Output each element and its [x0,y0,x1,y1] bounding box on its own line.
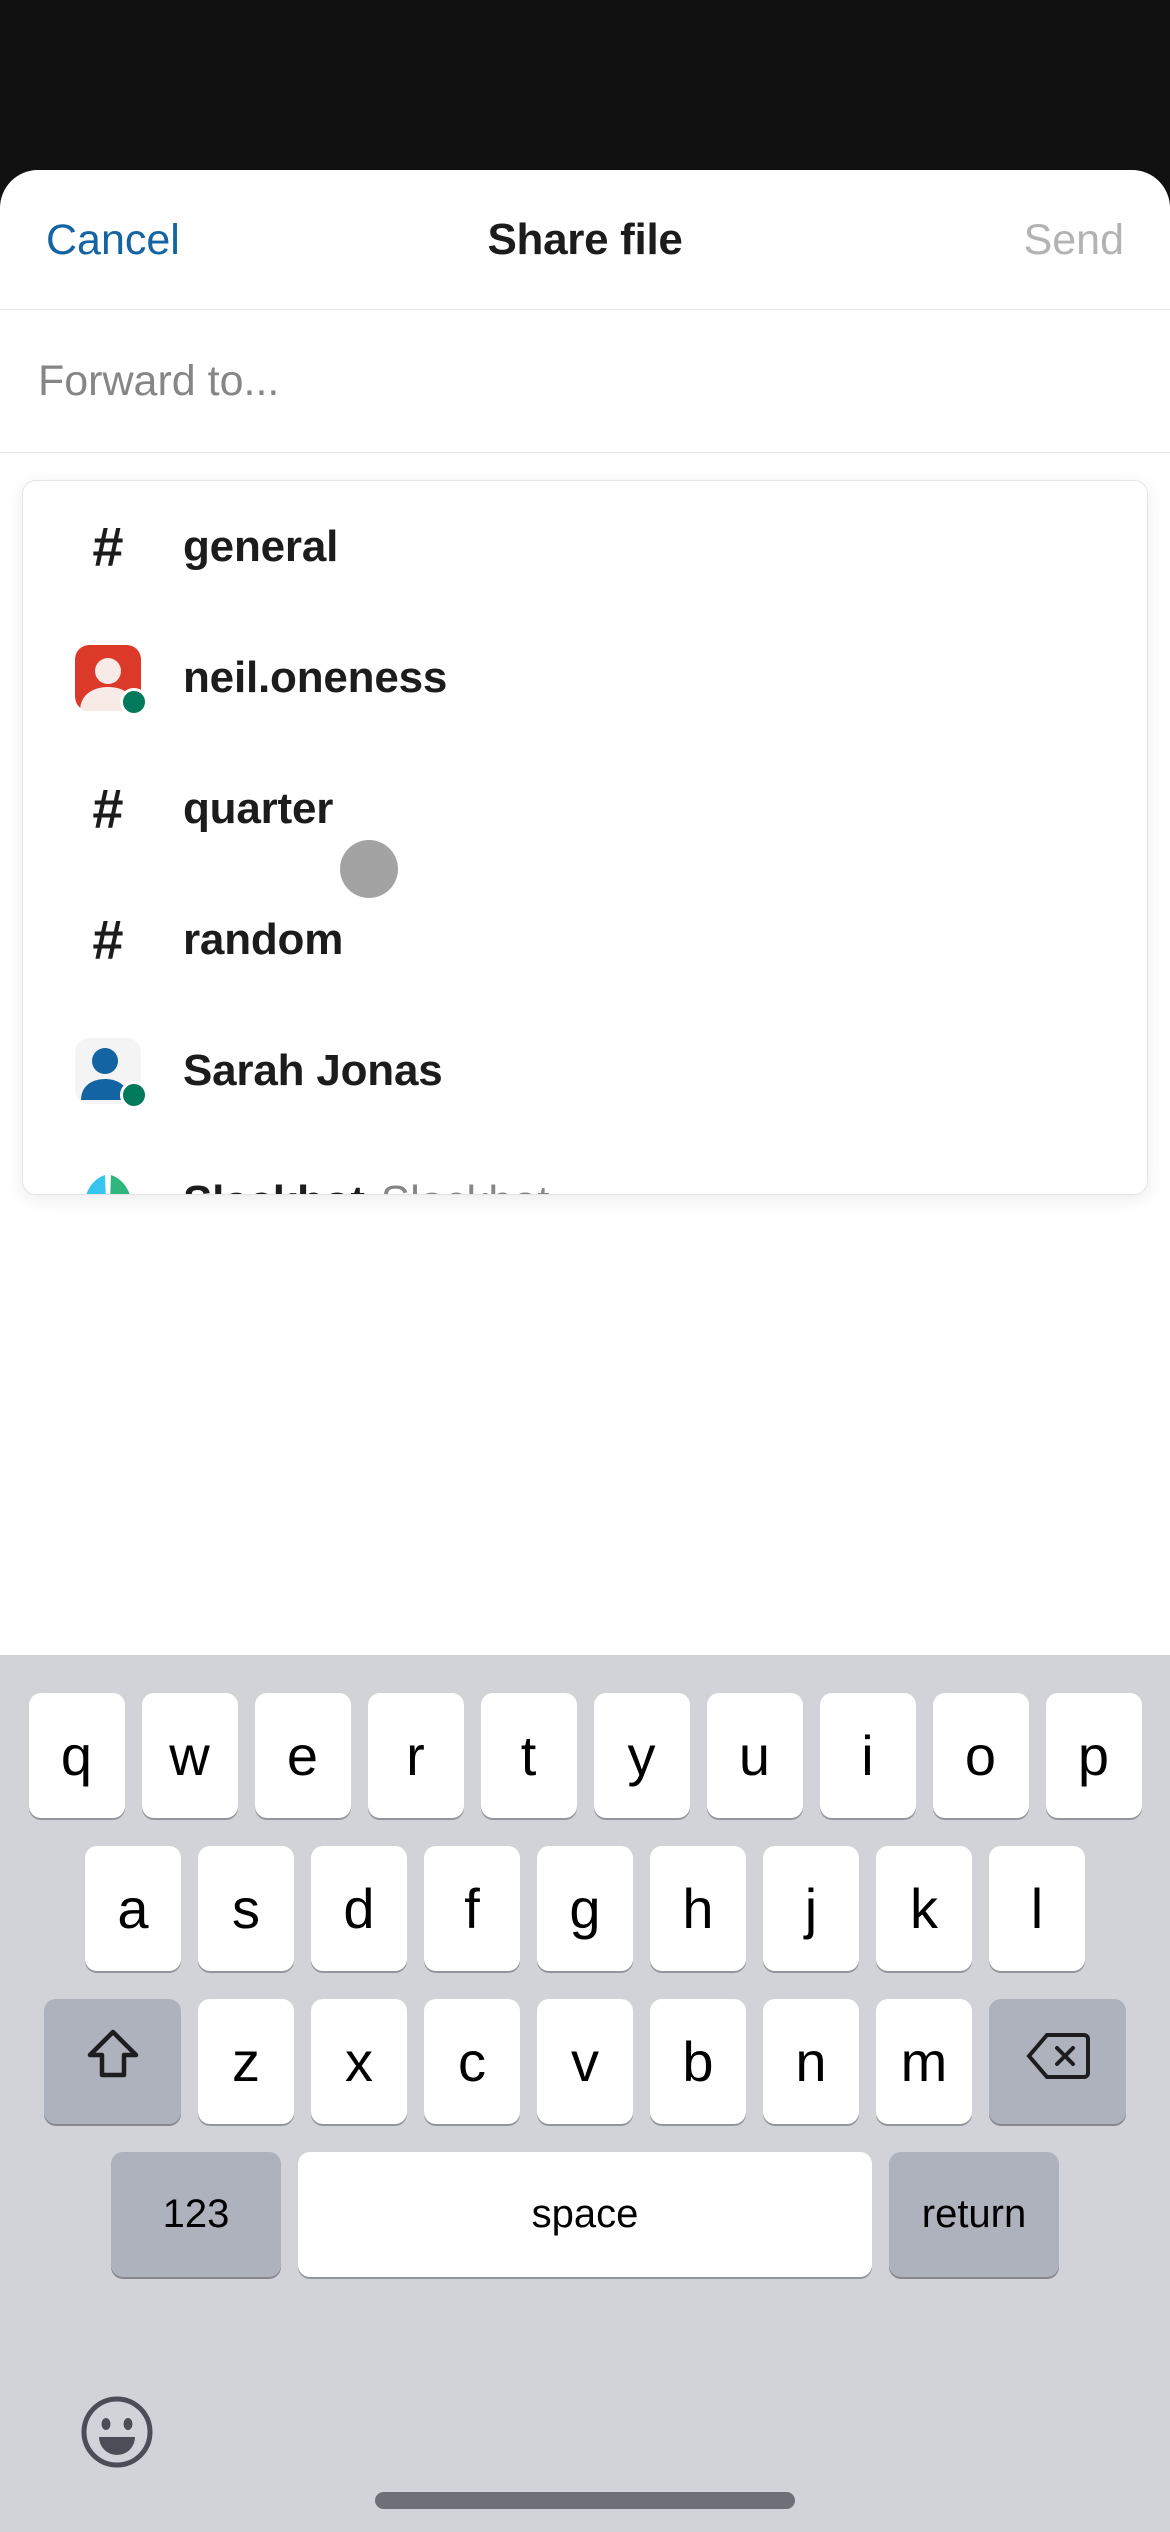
keyboard-row-4: 123 space return [0,2152,1170,2277]
touch-cursor-indicator [340,840,398,898]
presence-indicator-online [120,687,148,716]
key-c[interactable]: c [424,1999,520,2124]
hash-icon: # [92,907,124,971]
key-x[interactable]: x [311,1999,407,2124]
space-key[interactable]: space [298,2152,872,2277]
key-p[interactable]: p [1045,1693,1142,1818]
forward-to-row[interactable] [0,310,1170,453]
avatar [75,1037,148,1109]
list-item-label: neil.oneness [183,652,448,702]
avatar-slackbot-icon [75,1168,141,1194]
shift-arrow-icon [86,2027,140,2096]
suggestion-list: # general neil.oneness # quarter # rando… [23,481,1147,1195]
key-m[interactable]: m [876,1999,972,2124]
list-item[interactable]: # general [23,481,1147,612]
key-z[interactable]: z [198,1999,294,2124]
list-item[interactable]: neil.oneness [23,612,1147,743]
avatar-red-person-icon [75,644,148,716]
shift-key[interactable] [44,1999,181,2124]
list-item[interactable]: # random [23,874,1147,1005]
presence-indicator-online [120,1080,148,1109]
key-o[interactable]: o [932,1693,1029,1818]
keyboard-row-3: z x c v b n m [0,1999,1170,2124]
return-key[interactable]: return [889,2152,1059,2277]
key-n[interactable]: n [763,1999,859,2124]
key-s[interactable]: s [198,1846,294,1971]
avatar-blue-person-icon [75,1037,148,1109]
list-item-label: general [183,521,339,571]
key-k[interactable]: k [876,1846,972,1971]
key-r[interactable]: r [367,1693,464,1818]
numbers-key[interactable]: 123 [111,2152,281,2277]
key-f[interactable]: f [424,1846,520,1971]
page-title: Share file [487,215,683,264]
key-u[interactable]: u [706,1693,803,1818]
list-item-label: Slackbot [183,1177,365,1195]
key-h[interactable]: h [650,1846,746,1971]
sheet-navbar: Cancel Share file Send [0,170,1170,310]
key-g[interactable]: g [537,1846,633,1971]
key-b[interactable]: b [650,1999,746,2124]
key-y[interactable]: y [593,1693,690,1818]
list-item-label: Sarah Jonas [183,1045,443,1095]
key-j[interactable]: j [763,1846,859,1971]
keyboard-bottom-bar [0,2365,1170,2532]
key-a[interactable]: a [85,1846,181,1971]
key-e[interactable]: e [254,1693,351,1818]
key-w[interactable]: w [141,1693,238,1818]
key-q[interactable]: q [28,1693,125,1818]
keyboard-row-2: a s d f g h j k l [0,1846,1170,1971]
backspace-icon [1025,2029,1090,2094]
avatar [75,1168,141,1194]
onscreen-keyboard[interactable]: q w e r t y u i o p a s d f g h j k l z … [0,1655,1170,2532]
key-t[interactable]: t [480,1693,577,1818]
keyboard-row-1: q w e r t y u i o p [0,1693,1170,1818]
home-indicator [375,2492,795,2509]
hash-icon: # [92,776,124,840]
list-item[interactable]: Sarah Jonas [23,1005,1147,1136]
send-button[interactable]: Send [1024,170,1124,310]
list-item[interactable]: # quarter [23,743,1147,874]
list-item-label: quarter [183,783,334,833]
list-item-label: random [183,914,344,964]
avatar [75,644,148,716]
phone-screen: Cancel Share file Send # general [0,0,1170,2532]
recipient-suggestions-dropdown[interactable]: # general neil.oneness # quarter # rando… [22,480,1148,1195]
key-i[interactable]: i [819,1693,916,1818]
backspace-key[interactable] [989,1999,1126,2124]
key-l[interactable]: l [989,1846,1085,1971]
key-v[interactable]: v [537,1999,633,2124]
emoji-icon[interactable] [78,2393,156,2471]
key-d[interactable]: d [311,1846,407,1971]
list-item-sublabel: Slackbot [381,1177,550,1195]
forward-to-input[interactable] [38,356,938,406]
list-item[interactable]: Slackbot Slackbot [23,1136,1147,1195]
hash-icon: # [92,514,124,578]
